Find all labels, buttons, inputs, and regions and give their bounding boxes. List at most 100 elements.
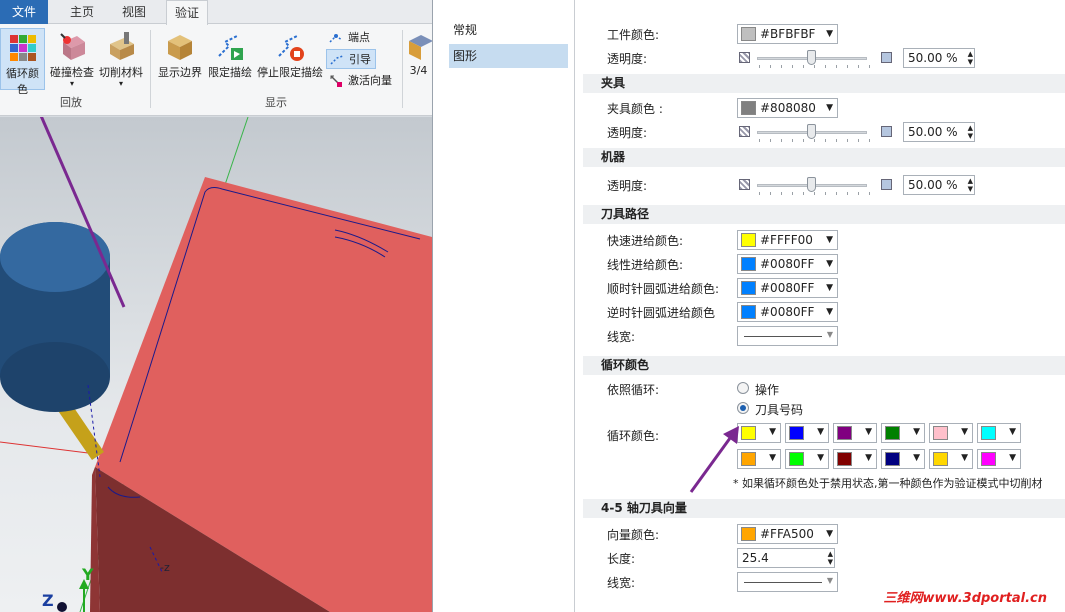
dropdown-arrow-icon: ▼ <box>769 453 776 463</box>
radio-operation[interactable]: 操作 <box>737 381 779 398</box>
fixture-transparency-input[interactable]: 50.00 % ▲ ▼ <box>903 122 975 142</box>
radio-tool-number-label: 刀具号码 <box>755 403 804 417</box>
vector-length-input[interactable]: 25.4 ▲ ▼ <box>737 548 835 568</box>
tab-view[interactable]: 视图 <box>112 0 156 24</box>
cycle-note: * 如果循环颜色处于禁用状态,第一种颜色作为验证模式中切削材 <box>733 477 1043 490</box>
vector-color-picker[interactable]: #FFA500 ▼ <box>737 524 838 544</box>
cycle-color-swatch[interactable]: ▼ <box>929 423 973 443</box>
machine-transparency-input[interactable]: 50.00 % ▲ ▼ <box>903 175 975 195</box>
cycle-color-swatch[interactable]: ▼ <box>977 449 1021 469</box>
cycle-color-swatch[interactable]: ▼ <box>977 423 1021 443</box>
fixture-color-picker[interactable]: #808080 ▼ <box>737 98 838 118</box>
workpiece-transparency-slider[interactable] <box>737 46 897 70</box>
slider-tick <box>825 65 826 68</box>
tab-verify[interactable]: 验证 <box>166 0 208 25</box>
linear-color-value: #0080FF <box>760 257 815 271</box>
color-swatch <box>741 233 756 247</box>
dropdown-arrow-icon: ▼ <box>961 427 968 437</box>
cycle-color-swatch[interactable]: ▼ <box>881 423 925 443</box>
vector-width-picker[interactable]: ▼ <box>737 572 838 592</box>
slider-tick <box>759 192 760 195</box>
endpoint-button[interactable]: 端点 <box>326 28 398 48</box>
nav-item-graphics[interactable]: 图形 <box>449 44 568 68</box>
stop-limit-sketch-label: 停止限定描绘 <box>257 66 323 79</box>
cycle-color-swatch[interactable]: ▼ <box>737 423 781 443</box>
slider-tick <box>847 139 848 142</box>
toolpath-width-label: 线宽: <box>607 330 636 344</box>
cw-arc-color-picker[interactable]: #0080FF ▼ <box>737 278 838 298</box>
collision-icon <box>60 33 85 60</box>
color-swatch <box>789 452 804 466</box>
spin-down-icon[interactable]: ▼ <box>968 185 973 193</box>
3d-viewport[interactable]: Y Z -z <box>0 117 432 612</box>
box-icon <box>168 35 192 60</box>
cycle-color-swatch[interactable]: ▼ <box>881 449 925 469</box>
workpiece-transparency-value: 50.00 % <box>908 51 958 65</box>
workpiece-color-picker[interactable]: #BFBFBF ▼ <box>737 24 838 44</box>
activate-vector-label: 激活向量 <box>348 74 392 87</box>
cycle-color-swatch[interactable]: ▼ <box>785 449 829 469</box>
spin-up-icon[interactable]: ▲ <box>828 550 833 558</box>
slider-tick <box>770 192 771 195</box>
cut-material-icon <box>110 32 134 60</box>
vector-color-row: 向量颜色: #FFA500 ▼ <box>583 522 1065 546</box>
show-boundary-button[interactable]: 显示边界 <box>156 28 204 90</box>
spin-up-icon[interactable]: ▲ <box>968 50 973 58</box>
slider-tick <box>847 192 848 195</box>
dropdown-arrow-icon: ▼ <box>1009 427 1016 437</box>
limit-sketch-button[interactable]: 限定描绘 <box>206 28 254 90</box>
slider-tick <box>781 139 782 142</box>
slider-thumb[interactable] <box>807 50 816 65</box>
vector-color-label: 向量颜色: <box>607 528 660 542</box>
slider-tick <box>836 65 837 68</box>
color-swatch <box>741 305 756 319</box>
nav-item-general[interactable]: 常规 <box>449 18 568 42</box>
cycle-color-swatch[interactable]: ▼ <box>833 449 877 469</box>
cycle-color-swatch[interactable]: ▼ <box>785 423 829 443</box>
dropdown-arrow-icon: ▼ <box>826 529 833 539</box>
ccw-arc-color-picker[interactable]: #0080FF ▼ <box>737 302 838 322</box>
tab-file[interactable]: 文件 <box>0 0 48 24</box>
machine-transparency-row: 透明度: 50.00 % ▲ ▼ <box>583 173 1065 197</box>
spin-up-icon[interactable]: ▲ <box>968 124 973 132</box>
spin-down-icon[interactable]: ▼ <box>968 132 973 140</box>
partial-view-button[interactable]: 3/4 <box>405 28 432 90</box>
cycle-color-swatch[interactable]: ▼ <box>833 423 877 443</box>
lead-button[interactable]: 引导 <box>326 49 376 69</box>
slider-thumb[interactable] <box>807 124 816 139</box>
dropdown-arrow-icon: ▾ <box>118 79 123 88</box>
activate-vector-button[interactable]: 激活向量 <box>326 71 398 91</box>
slider-tick <box>803 139 804 142</box>
workpiece-transparency-input[interactable]: 50.00 % ▲ ▼ <box>903 48 975 68</box>
slider-tick <box>792 65 793 68</box>
fixture-transparency-slider[interactable] <box>737 120 897 144</box>
radio-tool-number[interactable]: 刀具号码 <box>737 401 803 418</box>
dropdown-arrow-icon: ▼ <box>865 453 872 463</box>
cut-material-button[interactable]: 切削材料 ▾ <box>97 28 145 90</box>
spin-down-icon[interactable]: ▼ <box>968 58 973 66</box>
stop-limit-sketch-button[interactable]: 停止限定描绘 <box>256 28 324 90</box>
color-swatch <box>741 527 756 541</box>
collision-check-button[interactable]: 碰撞检查 ▾ <box>48 28 96 90</box>
cycle-color-button[interactable]: 循环颜色 <box>0 28 45 96</box>
spin-down-icon[interactable]: ▼ <box>828 558 833 566</box>
color-swatch <box>741 257 756 271</box>
cycle-color-block: 依照循环: 操作 刀具号码 循环颜色: ▼ ▼ ▼ ▼ ▼ ▼ ▼ ▼ ▼ ▼ ▼ ▼ * 如果循环颜… <box>583 375 1065 490</box>
dropdown-arrow-icon: ▼ <box>913 427 920 437</box>
group-separator <box>402 30 403 108</box>
dropdown-arrow-icon: ▼ <box>913 453 920 463</box>
linear-color-picker[interactable]: #0080FF ▼ <box>737 254 838 274</box>
machine-transparency-slider[interactable] <box>737 173 897 197</box>
slider-thumb[interactable] <box>807 177 816 192</box>
cycle-color-swatch[interactable]: ▼ <box>737 449 781 469</box>
workpiece-transparency-row: 透明度: 50.00 % ▲ ▼ <box>583 46 1065 70</box>
tab-home[interactable]: 主页 <box>60 0 104 24</box>
workpiece-color-value: #BFBFBF <box>760 27 816 41</box>
spin-up-icon[interactable]: ▲ <box>968 177 973 185</box>
color-swatch <box>789 426 804 440</box>
slider-tick <box>869 139 870 142</box>
slider-tick <box>803 192 804 195</box>
cycle-color-swatch[interactable]: ▼ <box>929 449 973 469</box>
toolpath-width-picker[interactable]: ▼ <box>737 326 838 346</box>
rapid-color-picker[interactable]: #FFFF00 ▼ <box>737 230 838 250</box>
